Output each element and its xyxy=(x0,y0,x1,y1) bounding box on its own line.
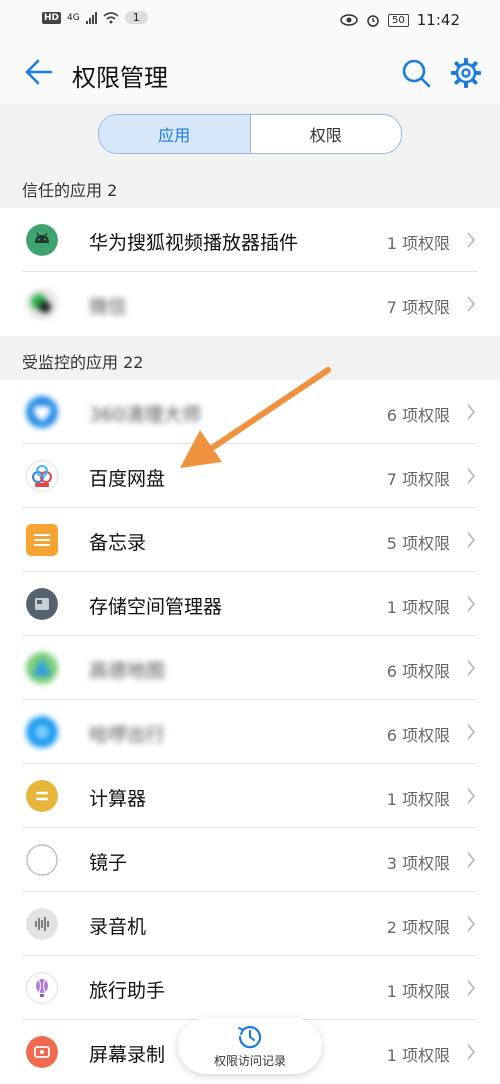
battery-icon: 50 xyxy=(388,13,409,27)
chevron-right-icon xyxy=(467,532,476,548)
cleaner-app-icon xyxy=(26,396,58,428)
list-item[interactable]: 360清理大师 6 项权限 xyxy=(0,380,500,444)
chevron-right-icon xyxy=(467,916,476,932)
ride-app-icon xyxy=(26,716,58,748)
notification-count: 1 xyxy=(124,11,148,24)
permission-count: 7 项权限 xyxy=(386,298,450,317)
list-item[interactable]: 哈啰出行 6 项权限 xyxy=(0,700,500,764)
permission-count: 6 项权限 xyxy=(386,726,450,745)
monitored-apps-list: 360清理大师 6 项权限 百度网盘 7 项权限 备忘录 5 项权限 存储空间管… xyxy=(0,380,500,1084)
chevron-right-icon xyxy=(467,404,476,420)
tab-apps[interactable]: 应用 xyxy=(99,115,250,153)
permission-access-log-button[interactable]: 权限访问记录 xyxy=(178,1018,322,1074)
app-name: 存储空间管理器 xyxy=(89,596,223,618)
permission-count: 1 项权限 xyxy=(386,982,450,1001)
travel-assistant-icon xyxy=(26,972,58,1004)
trusted-apps-header-label: 信任的应用 2 xyxy=(22,181,118,200)
app-name: 360清理大师 xyxy=(89,404,202,426)
permission-count: 2 项权限 xyxy=(386,918,450,937)
chevron-right-icon xyxy=(467,232,476,248)
permission-count: 1 项权限 xyxy=(386,234,450,253)
alarm-icon xyxy=(367,15,379,27)
chevron-right-icon xyxy=(467,724,476,740)
monitored-apps-header-label: 受监控的应用 22 xyxy=(22,353,144,372)
permission-count: 7 项权限 xyxy=(386,470,450,489)
list-item[interactable]: 旅行助手 1 项权限 xyxy=(0,956,500,1020)
trusted-apps-header: 信任的应用 2 xyxy=(0,166,500,208)
app-name: 哈啰出行 xyxy=(89,724,166,746)
back-arrow-icon[interactable] xyxy=(22,56,54,88)
chevron-right-icon xyxy=(467,788,476,804)
app-name: 备忘录 xyxy=(89,532,147,554)
chevron-right-icon xyxy=(467,596,476,612)
permission-count: 1 项权限 xyxy=(386,790,450,809)
eye-comfort-icon xyxy=(340,14,358,26)
recorder-icon xyxy=(26,908,58,940)
wifi-icon xyxy=(103,11,119,23)
app-name: 镜子 xyxy=(89,852,128,874)
app-name: 华为搜狐视频播放器插件 xyxy=(89,232,299,254)
calculator-icon xyxy=(26,780,58,812)
chevron-right-icon xyxy=(467,660,476,676)
list-item[interactable]: 华为搜狐视频播放器插件 1 项权限 xyxy=(0,208,500,272)
mirror-icon xyxy=(26,844,58,876)
permission-count: 6 项权限 xyxy=(386,662,450,681)
monitored-apps-header: 受监控的应用 22 xyxy=(0,338,500,380)
app-name: 微信 xyxy=(89,296,128,318)
app-name: 录音机 xyxy=(89,916,147,938)
list-item[interactable]: 微信 7 项权限 xyxy=(0,272,500,336)
app-name: 计算器 xyxy=(89,788,147,810)
app-bar: 权限管理 xyxy=(0,40,500,104)
chevron-right-icon xyxy=(467,980,476,996)
list-item[interactable]: 高德地图 6 项权限 xyxy=(0,636,500,700)
permission-access-log-label: 权限访问记录 xyxy=(213,1054,286,1068)
permission-count: 1 项权限 xyxy=(386,1046,450,1065)
list-item[interactable]: 镜子 3 项权限 xyxy=(0,828,500,892)
signal-icon xyxy=(85,11,97,24)
android-app-icon xyxy=(26,224,58,256)
notepad-icon xyxy=(26,524,58,556)
chevron-right-icon xyxy=(467,1044,476,1060)
baidu-netdisk-icon xyxy=(26,460,58,492)
list-item[interactable]: 计算器 1 项权限 xyxy=(0,764,500,828)
history-clock-icon xyxy=(238,1026,262,1049)
page-title: 权限管理 xyxy=(72,64,168,92)
storage-manager-icon xyxy=(26,588,58,620)
wechat-app-icon xyxy=(26,288,58,320)
tab-permissions[interactable]: 权限 xyxy=(249,115,402,153)
trusted-apps-list: 华为搜狐视频播放器插件 1 项权限 微信 7 项权限 xyxy=(0,208,500,336)
list-item[interactable]: 录音机 2 项权限 xyxy=(0,892,500,956)
list-item[interactable]: 存储空间管理器 1 项权限 xyxy=(0,572,500,636)
chevron-right-icon xyxy=(467,296,476,312)
segmented-control: 应用 权限 xyxy=(98,114,402,154)
hd-icon: HD xyxy=(42,11,62,24)
network-type: 4G xyxy=(67,12,80,23)
app-name: 屏幕录制 xyxy=(89,1044,166,1066)
permission-count: 5 项权限 xyxy=(386,534,450,553)
map-app-icon xyxy=(26,652,58,684)
permission-count: 3 项权限 xyxy=(386,854,450,873)
chevron-right-icon xyxy=(467,468,476,484)
list-item[interactable]: 百度网盘 7 项权限 xyxy=(0,444,500,508)
search-icon[interactable] xyxy=(401,58,431,88)
permission-count: 6 项权限 xyxy=(386,406,450,425)
list-item[interactable]: 备忘录 5 项权限 xyxy=(0,508,500,572)
clock: 11:42 xyxy=(416,11,460,29)
chevron-right-icon xyxy=(467,852,476,868)
gear-icon[interactable] xyxy=(451,58,481,88)
app-name: 百度网盘 xyxy=(89,468,166,490)
app-name: 旅行助手 xyxy=(89,980,166,1002)
status-bar: HD 4G 1 50 11:42 xyxy=(0,0,500,40)
app-name: 高德地图 xyxy=(89,660,166,682)
screen-record-icon xyxy=(26,1036,58,1068)
permission-count: 1 项权限 xyxy=(386,598,450,617)
